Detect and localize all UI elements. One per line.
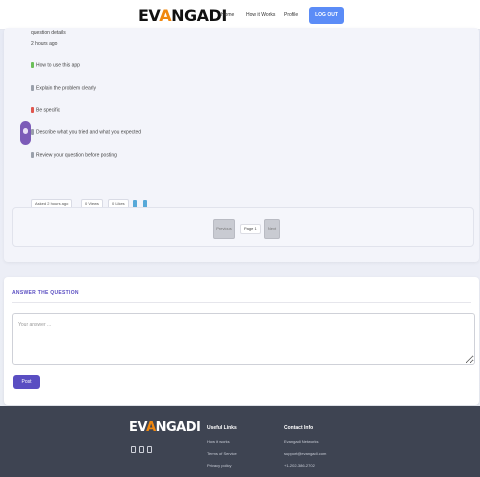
bullet-icon — [31, 129, 34, 135]
useful-links-title: Useful Links — [207, 425, 237, 431]
footer-link[interactable]: Privacy policy — [207, 463, 231, 468]
question-bullet: Be specific — [31, 107, 60, 113]
footer-logo[interactable]: EVANGADI — [129, 420, 201, 435]
warning-icon — [31, 107, 34, 113]
check-icon — [31, 62, 34, 68]
nav-how-it-works-link[interactable]: How it Works — [246, 12, 275, 18]
bullet-icon — [31, 85, 34, 91]
contact-item: Evangadi Networks — [284, 439, 319, 444]
question-detail-title: question details — [31, 30, 66, 36]
pagination-panel: Previous Page 1 Next — [12, 207, 474, 247]
question-time: 2 hours ago — [31, 41, 58, 47]
contact-item[interactable]: support@evangadi.com — [284, 451, 326, 456]
contact-info-title: Contact Info — [284, 425, 314, 431]
next-page-button[interactable]: Next — [264, 219, 280, 239]
youtube-icon[interactable] — [147, 446, 152, 453]
top-header: EVANGADI Home How it Works Profile LOG O… — [0, 0, 480, 30]
site-logo[interactable]: EVANGADI — [138, 6, 227, 25]
nav-profile-link[interactable]: Profile — [284, 12, 298, 18]
divider — [12, 302, 471, 303]
question-bullet: Describe what you tried and what you exp… — [31, 129, 141, 135]
question-card: question details 2 hours ago How to use … — [4, 28, 479, 262]
question-bullet: How to use this app — [31, 62, 80, 68]
site-footer: EVANGADI Useful Links How it works Terms… — [0, 406, 480, 477]
question-bullet: Review your question before posting — [31, 152, 117, 158]
logout-button[interactable]: LOG OUT — [309, 7, 344, 24]
instagram-icon[interactable] — [139, 446, 144, 453]
bullet-icon — [31, 152, 34, 158]
answer-heading: ANSWER THE QUESTION — [12, 290, 79, 296]
footer-link[interactable]: How it works — [207, 439, 230, 444]
contact-item: +1-202-386-2702 — [284, 463, 315, 468]
footer-link[interactable]: Terms of Service — [207, 451, 237, 456]
previous-page-button[interactable]: Previous — [213, 219, 235, 239]
facebook-icon[interactable] — [131, 446, 136, 453]
answer-card: ANSWER THE QUESTION Post Answer — [4, 277, 479, 405]
page-indicator: Page 1 — [240, 224, 261, 234]
answer-textarea[interactable] — [12, 313, 475, 365]
post-answer-button[interactable]: Post Answer — [13, 375, 40, 399]
question-bullet: Explain the problem clearly — [31, 85, 96, 91]
nav-home-link[interactable]: Home — [221, 12, 234, 18]
user-avatar-icon[interactable] — [20, 121, 31, 145]
